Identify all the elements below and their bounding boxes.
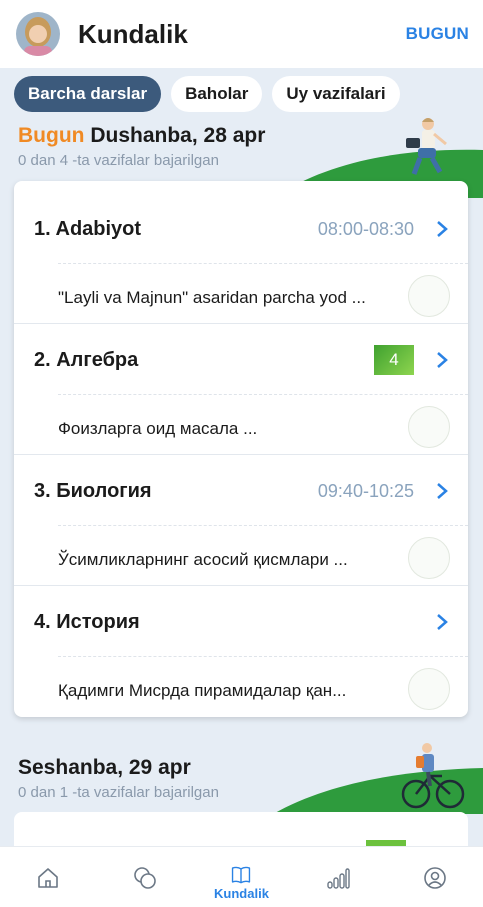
profile-icon [423, 867, 446, 889]
day-summary: 0 dan 4 -ta vazifalar bajarilgan [18, 152, 219, 169]
divider [58, 656, 468, 657]
nav-diary-label: Kundalik [214, 886, 269, 901]
nav-stats[interactable] [290, 847, 387, 907]
nav-profile[interactable] [386, 847, 483, 907]
lesson-row[interactable]: 2. Алгебра 4 Фоизларга оид масала ... [14, 324, 468, 455]
homework-text: Ўсимликларнинг асосий қисмлари ... [58, 550, 348, 569]
stats-icon [327, 868, 350, 889]
lesson-name: 3. Биология [34, 479, 152, 502]
book-icon [232, 866, 251, 884]
chevron-right-icon[interactable] [436, 482, 448, 500]
day-header: Seshanba, 29 apr 0 dan 1 -ta vazifalar b… [18, 756, 219, 801]
chevron-right-icon[interactable] [436, 351, 448, 369]
today-button[interactable]: BUGUN [406, 24, 469, 44]
divider [58, 525, 468, 526]
lesson-time: 08:00-08:30 [317, 218, 414, 239]
nav-home[interactable] [0, 847, 97, 907]
day-header: Bugun Dushanba, 28 apr 0 dan 4 -ta vazif… [18, 124, 265, 169]
chat-icon [134, 867, 156, 889]
homework-text: Фоизларга оид масала ... [58, 419, 258, 438]
lesson-row[interactable]: 4. История Қадимги Мисрда пирамидалар қа… [14, 586, 468, 717]
filter-grades[interactable]: Baholar [171, 76, 263, 112]
homework-text: Қадимги Мисрда пирамидалар қан... [58, 681, 347, 700]
day-date: Dushanba, 28 apr [90, 124, 266, 147]
day-date: Seshanba, 29 apr [18, 756, 191, 779]
divider [58, 263, 468, 264]
lesson-row[interactable]: 1. Adabiyot 08:00-08:30 "Layli va Majnun… [14, 193, 468, 324]
lesson-row[interactable]: 3. Биология 09:40-10:25 Ўсимликларнинг а… [14, 455, 468, 586]
filter-homework[interactable]: Uy vazifalari [272, 76, 400, 112]
lesson-time: 09:40-10:25 [317, 480, 414, 501]
cyclist-illustration [401, 743, 465, 809]
nav-diary[interactable]: Kundalik [193, 847, 290, 907]
nav-messages[interactable] [97, 847, 194, 907]
chevron-right-icon[interactable] [436, 220, 448, 238]
filter-bar: Barcha darslar Baholar Uy vazifalari [14, 76, 400, 112]
chevron-right-icon[interactable] [436, 613, 448, 631]
app-header: Kundalik BUGUN [0, 0, 483, 68]
today-label: Bugun [18, 124, 85, 147]
divider [58, 394, 468, 395]
homework-checkbox[interactable] [408, 668, 450, 710]
lesson-name: 2. Алгебра [34, 348, 139, 371]
day-summary: 0 dan 1 -ta vazifalar bajarilgan [18, 784, 219, 801]
homework-checkbox[interactable] [408, 275, 450, 317]
page-title: Kundalik [78, 18, 188, 49]
filter-all-lessons[interactable]: Barcha darslar [14, 76, 162, 112]
homework-text: "Layli va Majnun" asaridan parcha yod ..… [58, 288, 366, 307]
home-icon [38, 868, 59, 888]
student-illustration [406, 118, 447, 175]
lesson-name: 4. История [34, 610, 140, 633]
grade-badge: 4 [374, 345, 414, 375]
lessons-card: 1. Adabiyot 08:00-08:30 "Layli va Majnun… [14, 181, 468, 717]
bottom-nav: Kundalik [0, 846, 483, 907]
avatar[interactable] [16, 12, 60, 56]
homework-checkbox[interactable] [408, 537, 450, 579]
day-title: Bugun Dushanba, 28 apr [18, 124, 265, 148]
homework-checkbox[interactable] [408, 406, 450, 448]
lesson-name: 1. Adabiyot [34, 217, 142, 240]
